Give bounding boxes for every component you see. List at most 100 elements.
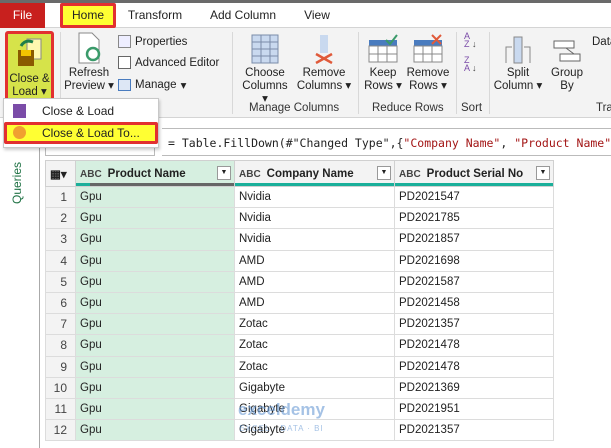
cell-product-name[interactable]: Gpu (75, 249, 235, 272)
text-type-icon[interactable]: ABC (239, 169, 261, 180)
cell-company-name[interactable]: Zotac (234, 355, 395, 378)
cell-company-name[interactable]: Zotac (234, 334, 395, 357)
properties-button[interactable]: Properties (118, 35, 187, 48)
cell-serial-no[interactable]: PD2021785 (394, 207, 554, 230)
cell-product-name[interactable]: Gpu (75, 419, 235, 442)
manage-button[interactable]: Manage ▾ (118, 78, 186, 92)
cell-company-name[interactable]: AMD (234, 291, 395, 315)
row-number[interactable]: 4 (45, 249, 76, 272)
watermark-logo: exceldemy EXCEL · DATA · BI (238, 400, 325, 433)
tab-home[interactable]: Home (60, 3, 116, 28)
column-header-product-name[interactable]: ABC Product Name ▼ (75, 160, 235, 187)
cell-serial-no[interactable]: PD2021478 (394, 355, 554, 378)
row-number[interactable]: 1 (45, 185, 76, 209)
choose-columns-button[interactable]: Choose Columns ▾ (238, 34, 292, 106)
cell-company-name[interactable]: Nvidia (234, 207, 395, 230)
filter-dropdown-icon[interactable]: ▼ (217, 166, 231, 180)
tab-transform[interactable]: Transform (122, 3, 188, 28)
cell-serial-no[interactable]: PD2021587 (394, 270, 554, 293)
cell-company-name[interactable]: Nvidia (234, 228, 395, 251)
menu-item-close-load-to[interactable]: Close & Load To... (4, 122, 158, 144)
remove-columns-icon (315, 35, 333, 64)
menu-item-close-load[interactable]: Close & Load (4, 100, 158, 122)
table-row: 8 Gpu Zotac PD2021478 (45, 334, 554, 357)
cell-serial-no[interactable]: PD2021357 (394, 419, 554, 442)
manage-label: Manage (135, 79, 177, 91)
cell-serial-no[interactable]: PD2021478 (394, 334, 554, 357)
cell-product-name[interactable]: Gpu (75, 185, 235, 209)
sort-descending-icon[interactable]: ZA ↓ (464, 56, 477, 73)
cell-serial-no[interactable]: PD2021357 (394, 313, 554, 336)
remove-rows-label2: Rows (409, 80, 438, 92)
choose-columns-label2: Columns (242, 80, 288, 92)
divider (232, 32, 233, 114)
cell-serial-no[interactable]: PD2021951 (394, 397, 554, 421)
cell-company-name[interactable]: Nvidia (234, 185, 395, 209)
tab-view[interactable]: View (295, 3, 339, 28)
filter-dropdown-icon[interactable]: ▼ (377, 166, 391, 180)
filter-dropdown-icon[interactable]: ▼ (536, 166, 550, 180)
row-number[interactable]: 8 (45, 334, 76, 357)
cell-product-name[interactable]: Gpu (75, 397, 235, 421)
column-header-company-name[interactable]: ABC Company Name ▼ (234, 160, 395, 187)
row-number[interactable]: 6 (45, 291, 76, 315)
remove-columns-button[interactable]: Remove Columns ▾ (296, 34, 352, 93)
keep-rows-label2: Rows (364, 80, 393, 92)
tab-add-column[interactable]: Add Column (200, 3, 286, 28)
cell-serial-no[interactable]: PD2021547 (394, 185, 554, 209)
menu-item-label: Close & Load (42, 104, 115, 118)
text-type-icon[interactable]: ABC (80, 169, 102, 180)
group-by-button[interactable]: Group By (548, 34, 586, 93)
cell-company-name[interactable]: AMD (234, 270, 395, 293)
tab-file[interactable]: File (0, 3, 45, 28)
row-number[interactable]: 10 (45, 376, 76, 399)
remove-rows-button[interactable]: Remove Rows ▾ (405, 34, 451, 93)
split-column-button[interactable]: Split Column ▾ (493, 34, 543, 93)
row-number[interactable]: 7 (45, 313, 76, 336)
sort-ascending-icon[interactable]: AZ ↓ (464, 32, 477, 49)
row-number[interactable]: 2 (45, 207, 76, 230)
queries-label[interactable]: Queries (10, 162, 24, 204)
advanced-editor-button[interactable]: Advanced Editor (118, 56, 219, 69)
queries-pane[interactable]: Queries (0, 118, 40, 448)
row-number[interactable]: 3 (45, 228, 76, 251)
cell-product-name[interactable]: Gpu (75, 270, 235, 293)
data-type-button[interactable]: Data (592, 36, 611, 48)
refresh-preview-button[interactable]: Refresh Preview ▾ (63, 32, 115, 93)
cell-serial-no[interactable]: PD2021458 (394, 291, 554, 315)
table-menu-icon[interactable]: ▦▾ (45, 160, 76, 187)
divider (489, 32, 490, 114)
row-number[interactable]: 9 (45, 355, 76, 378)
row-number[interactable]: 5 (45, 270, 76, 293)
row-number[interactable]: 11 (45, 397, 76, 421)
row-number[interactable]: 12 (45, 419, 76, 442)
menu-item-label: Close & Load To... (42, 126, 140, 140)
cell-serial-no[interactable]: PD2021369 (394, 376, 554, 399)
cell-company-name[interactable]: Gigabyte (234, 376, 395, 399)
cell-company-name[interactable]: Zotac (234, 313, 395, 336)
formula-bar[interactable]: = Table.FillDown(#"Changed Type",{"Compa… (162, 128, 611, 156)
cell-product-name[interactable]: Gpu (75, 291, 235, 315)
table-row: 4 Gpu AMD PD2021698 (45, 249, 554, 272)
cell-product-name[interactable]: Gpu (75, 376, 235, 399)
cell-serial-no[interactable]: PD2021698 (394, 249, 554, 272)
cell-product-name[interactable]: Gpu (75, 355, 235, 378)
keep-rows-button[interactable]: Keep Rows ▾ (362, 34, 404, 93)
cell-product-name[interactable]: Gpu (75, 334, 235, 357)
group-by-label: Group (551, 67, 583, 79)
cell-product-name[interactable]: Gpu (75, 207, 235, 230)
cell-serial-no[interactable]: PD2021857 (394, 228, 554, 251)
cell-company-name[interactable]: AMD (234, 249, 395, 272)
data-type-label: Data (592, 36, 611, 48)
close-load-text: Close & (9, 73, 50, 85)
header-label: Product Name (107, 167, 186, 180)
cell-product-name[interactable]: Gpu (75, 228, 235, 251)
cell-product-name[interactable]: Gpu (75, 313, 235, 336)
text-type-icon[interactable]: ABC (399, 169, 421, 180)
advanced-editor-icon (118, 56, 131, 69)
formula-string: "Company Name" (403, 136, 501, 150)
header-label: Company Name (266, 167, 354, 180)
close-load-button[interactable]: Close & Load ▾ (5, 31, 54, 101)
split-column-label2: Column (493, 80, 534, 92)
column-header-product-serial-no[interactable]: ABC Product Serial No ▼ (394, 160, 554, 187)
